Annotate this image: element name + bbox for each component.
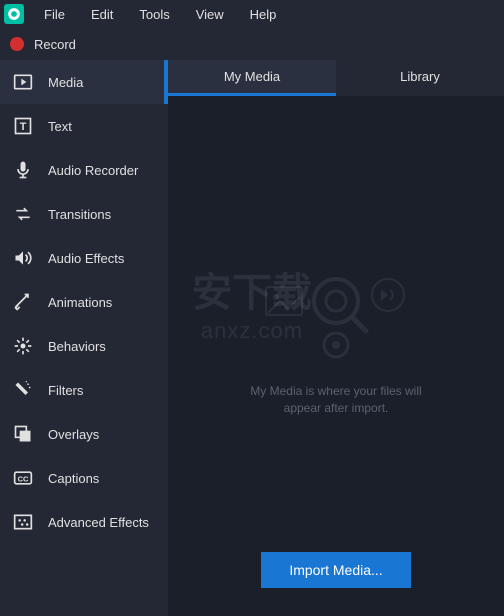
sidebar-item-label: Audio Recorder xyxy=(48,163,138,178)
menu-edit[interactable]: Edit xyxy=(79,3,125,26)
sidebar: Media T Text Audio Recorder Transitions … xyxy=(0,60,168,616)
sidebar-item-label: Overlays xyxy=(48,427,99,442)
import-media-button[interactable]: Import Media... xyxy=(261,552,410,588)
menu-tools[interactable]: Tools xyxy=(127,3,181,26)
transitions-icon xyxy=(12,203,34,225)
sidebar-item-text[interactable]: T Text xyxy=(0,104,168,148)
captions-icon: CC xyxy=(12,467,34,489)
menu-file[interactable]: File xyxy=(32,3,77,26)
sidebar-item-label: Captions xyxy=(48,471,99,486)
sidebar-item-behaviors[interactable]: Behaviors xyxy=(0,324,168,368)
sidebar-item-label: Audio Effects xyxy=(48,251,124,266)
menu-help[interactable]: Help xyxy=(238,3,289,26)
overlays-icon xyxy=(12,423,34,445)
animations-icon xyxy=(12,291,34,313)
app-icon xyxy=(4,4,24,24)
svg-text:CC: CC xyxy=(18,474,29,483)
content-panel: My Media Library My Media xyxy=(168,60,504,616)
sidebar-item-animations[interactable]: Animations xyxy=(0,280,168,324)
menu-view[interactable]: View xyxy=(184,3,236,26)
tab-my-media[interactable]: My Media xyxy=(168,60,336,96)
text-icon: T xyxy=(12,115,34,137)
sidebar-item-label: Behaviors xyxy=(48,339,106,354)
svg-text:T: T xyxy=(20,121,27,133)
tab-library[interactable]: Library xyxy=(336,60,504,96)
placeholder-text: My Media is where your files will appear… xyxy=(236,383,436,417)
sidebar-item-audio-effects[interactable]: Audio Effects xyxy=(0,236,168,280)
audio-effects-icon xyxy=(12,247,34,269)
sidebar-item-label: Transitions xyxy=(48,207,111,222)
sidebar-item-label: Filters xyxy=(48,383,83,398)
mic-icon xyxy=(12,159,34,181)
main: Media T Text Audio Recorder Transitions … xyxy=(0,60,504,616)
advanced-icon xyxy=(12,511,34,533)
sidebar-item-overlays[interactable]: Overlays xyxy=(0,412,168,456)
content-body: My Media is where your files will appear… xyxy=(168,96,504,616)
placeholder-graphic-icon xyxy=(256,245,416,365)
sidebar-item-transitions[interactable]: Transitions xyxy=(0,192,168,236)
filters-icon xyxy=(12,379,34,401)
record-label: Record xyxy=(34,37,76,52)
sidebar-item-captions[interactable]: CC Captions xyxy=(0,456,168,500)
sidebar-item-label: Media xyxy=(48,75,83,90)
record-dot-icon xyxy=(10,37,24,51)
sidebar-item-media[interactable]: Media xyxy=(0,60,168,104)
sidebar-item-filters[interactable]: Filters xyxy=(0,368,168,412)
content-tabs: My Media Library xyxy=(168,60,504,96)
sidebar-item-label: Text xyxy=(48,119,72,134)
behaviors-icon xyxy=(12,335,34,357)
media-icon xyxy=(12,71,34,93)
menubar: File Edit Tools View Help xyxy=(0,0,504,28)
sidebar-item-audio-recorder[interactable]: Audio Recorder xyxy=(0,148,168,192)
sidebar-item-label: Animations xyxy=(48,295,112,310)
sidebar-item-advanced-effects[interactable]: Advanced Effects xyxy=(0,500,168,544)
sidebar-item-label: Advanced Effects xyxy=(48,515,149,530)
record-bar[interactable]: Record xyxy=(0,28,504,60)
